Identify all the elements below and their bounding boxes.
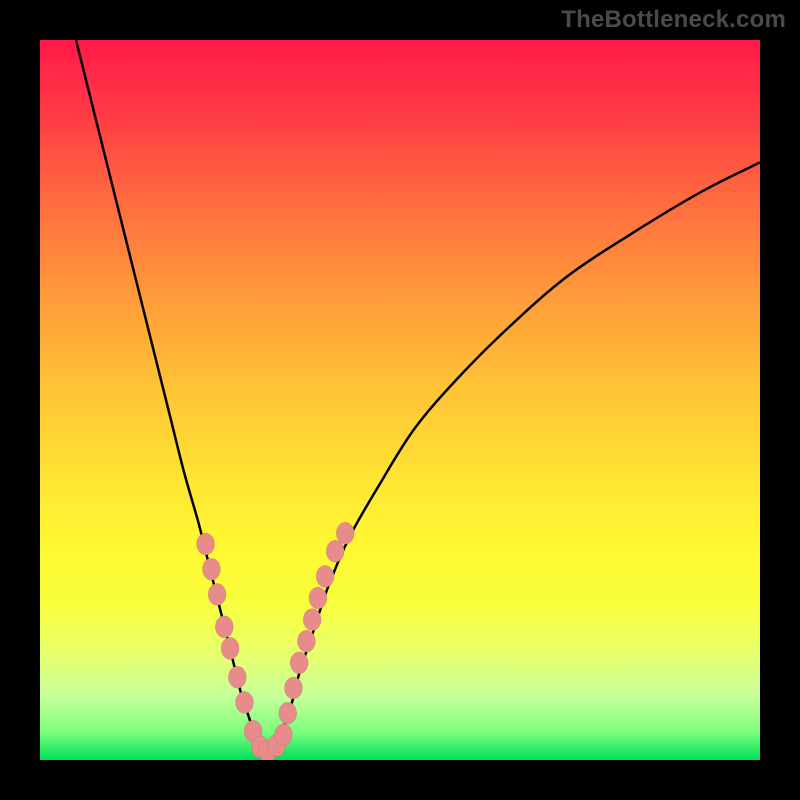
plot-area (40, 40, 760, 760)
data-marker (202, 558, 220, 580)
data-marker (208, 583, 226, 605)
data-marker (228, 666, 246, 688)
data-marker (309, 587, 327, 609)
right-branch-curve (263, 162, 760, 752)
chart-svg (40, 40, 760, 760)
watermark-text: TheBottleneck.com (561, 6, 786, 34)
data-marker (336, 522, 354, 544)
data-marker (279, 702, 297, 724)
data-marker (297, 630, 315, 652)
data-marker (215, 616, 233, 638)
data-marker (290, 652, 308, 674)
data-marker (236, 691, 254, 713)
data-marker (316, 565, 334, 587)
data-marker (274, 724, 292, 746)
data-marker (303, 609, 321, 631)
outer-frame: TheBottleneck.com (0, 0, 800, 800)
data-marker (221, 637, 239, 659)
data-marker (326, 540, 344, 562)
data-marker (284, 677, 302, 699)
data-marker (197, 533, 215, 555)
marker-group (197, 522, 355, 760)
